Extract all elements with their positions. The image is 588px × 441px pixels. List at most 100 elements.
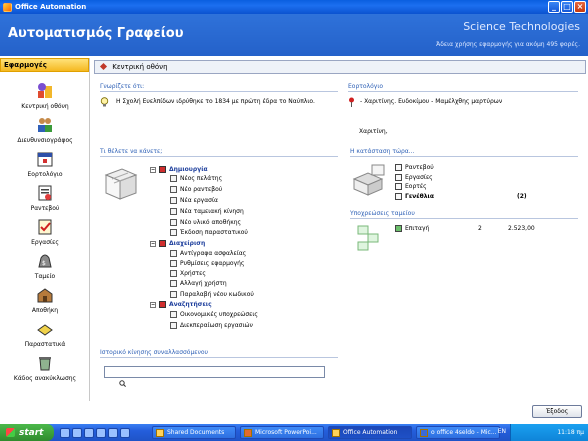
breadcrumb-label: Κεντρική οθόνη: [112, 63, 168, 71]
app-title: Αυτοματισμός Γραφείου: [8, 26, 184, 41]
sidebar-item-contacts[interactable]: Διευθυνσιογράφος: [0, 116, 90, 144]
sidebar-item-label: Ταμείο: [34, 273, 56, 280]
sidebar-item-appointments[interactable]: Ραντεβού: [0, 184, 90, 212]
action-label: Οικονομικές υποχρεώσεις: [180, 311, 258, 318]
task-label: o office 4seldo - Mic...: [431, 429, 497, 436]
task-label: Office Automation: [343, 429, 398, 436]
status-label: Ραντεβού: [405, 164, 434, 171]
sidebar-item-label: Εορτολόγιο: [27, 171, 63, 178]
appointment-icon: [395, 164, 402, 171]
section-divider: [350, 156, 578, 157]
action-task-processing[interactable]: Διεκπεραίωση εργασιών: [170, 322, 253, 329]
group-manage[interactable]: − Διαχείριση: [150, 240, 205, 247]
action-users[interactable]: Χρήστες: [170, 270, 206, 277]
group-title: Αναζητήσεις: [169, 301, 212, 308]
users-icon: [170, 270, 177, 277]
clock: 11:18 πμ: [557, 429, 584, 436]
did-you-know-label: Γνωρίζετε ότι:: [100, 83, 145, 90]
action-label: Αντίγραφα ασφαλείας: [180, 250, 247, 257]
group-create[interactable]: − Δημιουργία: [150, 166, 208, 173]
settings-icon: [170, 260, 177, 267]
action-backups[interactable]: Αντίγραφα ασφαλείας: [170, 250, 246, 257]
minimize-button[interactable]: _: [548, 1, 560, 13]
sidebar-item-cashbox[interactable]: $ Ταμείο: [0, 252, 90, 280]
action-label: Νέος πελάτης: [180, 175, 223, 182]
action-new-stock-item[interactable]: Νέο υλικό αποθήκης: [170, 219, 241, 226]
cash-icon: [170, 208, 177, 215]
action-app-settings[interactable]: Ρυθμίσεις εφαρμογής: [170, 260, 244, 267]
quicklaunch-extra-icon[interactable]: [120, 427, 130, 438]
action-label: Νέα εργασία: [180, 197, 218, 204]
obligation-row-cheque[interactable]: Επιταγή: [395, 225, 429, 232]
action-new-customer[interactable]: Νέος πελάτης: [170, 175, 222, 182]
quicklaunch-app-icon[interactable]: [84, 427, 94, 438]
sidebar-item-label: Ραντεβού: [30, 205, 60, 212]
language-indicator[interactable]: EN: [498, 428, 506, 435]
action-label: Διεκπεραίωση εργασιών: [180, 322, 253, 329]
action-switch-user[interactable]: Αλλαγή χρήστη: [170, 280, 227, 287]
sidebar-item-tasks[interactable]: Εργασίες: [0, 218, 90, 246]
cashbox-icon: $: [38, 254, 52, 268]
key-icon: [170, 291, 177, 298]
sidebar-item-name-days[interactable]: Εορτολόγιο: [0, 150, 90, 178]
action-label: Νέο υλικό αποθήκης: [180, 219, 242, 226]
stock-icon: [170, 219, 177, 226]
search-icon[interactable]: [119, 380, 126, 387]
action-receive-new-code[interactable]: Παραλαβή νέου κωδικού: [170, 291, 254, 298]
section-divider: [100, 91, 338, 92]
quicklaunch-desktop-icon[interactable]: [60, 427, 70, 438]
group-search[interactable]: − Αναζητήσεις: [150, 301, 212, 308]
task-icon: [170, 197, 177, 204]
start-button[interactable]: start: [0, 424, 54, 441]
taskbar-item-powerpoint[interactable]: Microsoft PowerPoi...: [240, 426, 324, 439]
maximize-button[interactable]: □: [561, 1, 573, 13]
group-title: Διαχείριση: [169, 240, 206, 247]
obligation-count: 2: [478, 225, 482, 232]
collapse-icon[interactable]: −: [150, 301, 156, 308]
close-button[interactable]: ×: [574, 1, 586, 13]
app-header: Αυτοματισμός Γραφείου Science Technologi…: [0, 14, 588, 56]
contacts-icon: [38, 118, 52, 132]
quicklaunch-folder-icon[interactable]: [108, 427, 118, 438]
window-title: Office Automation: [15, 3, 87, 11]
taskbar-item-shared-documents[interactable]: Shared Documents: [152, 426, 236, 439]
sidebar-item-home[interactable]: Κεντρική οθόνη: [0, 82, 90, 110]
sidebar-item-warehouse[interactable]: Αποθήκη: [0, 286, 90, 314]
sidebar-item-documents[interactable]: Παραστατικά: [0, 320, 90, 348]
action-financial-obligations[interactable]: Οικονομικές υποχρεώσεις: [170, 311, 258, 318]
calendar-icon: [395, 183, 402, 190]
quicklaunch-media-icon[interactable]: [96, 427, 106, 438]
obligation-label: Επιταγή: [405, 225, 430, 232]
windows-logo-icon: [6, 428, 15, 437]
exit-button[interactable]: Έξοδος: [532, 405, 582, 418]
action-new-appointment[interactable]: Νέο ραντεβού: [170, 186, 222, 193]
quicklaunch-browser-icon[interactable]: [72, 427, 82, 438]
action-new-task[interactable]: Νέα εργασία: [170, 197, 218, 204]
quick-launch: [60, 427, 130, 438]
status-row-appointments[interactable]: Ραντεβού: [395, 164, 434, 171]
action-issue-document[interactable]: Έκδοση παραστατικού: [170, 229, 248, 236]
action-label: Χρήστες: [180, 270, 206, 277]
collapse-icon[interactable]: −: [150, 240, 156, 247]
status-today-label: Η κατάσταση τώρα...: [350, 148, 415, 155]
action-new-cash-movement[interactable]: Νέα ταμειακή κίνηση: [170, 208, 244, 215]
system-tray: 11:18 πμ: [510, 424, 588, 441]
sidebar-item-recycle-bin[interactable]: Κάδος ανακύκλωσης: [0, 354, 90, 382]
documents-icon: [37, 324, 53, 336]
taskbar-item-office-automation[interactable]: Office Automation: [328, 426, 412, 439]
collapse-icon[interactable]: −: [150, 166, 156, 173]
status-row-name-days[interactable]: Εορτές: [395, 183, 427, 190]
history-input[interactable]: [104, 366, 325, 378]
did-you-know-text: Η Σχολή Ευελπίδων ιδρύθηκε το 1834 με πρ…: [116, 98, 315, 105]
search-group-icon: [159, 301, 166, 308]
sidebar-item-label: Αποθήκη: [31, 307, 59, 314]
status-row-tasks[interactable]: Εργασίες: [395, 174, 433, 181]
name-days-names: Χαριτίνη,: [359, 128, 388, 135]
taskbar-item-word[interactable]: o office 4seldo - Mic...: [416, 426, 500, 439]
task-icon: [395, 174, 402, 181]
what-to-do-label: Τι θέλετε να κάνετε;: [100, 148, 163, 155]
pin-icon: [349, 97, 354, 107]
status-row-birthdays[interactable]: Γενέθλια: [395, 193, 434, 200]
task-label: Shared Documents: [167, 429, 225, 436]
action-label: Παραλαβή νέου κωδικού: [180, 291, 254, 298]
